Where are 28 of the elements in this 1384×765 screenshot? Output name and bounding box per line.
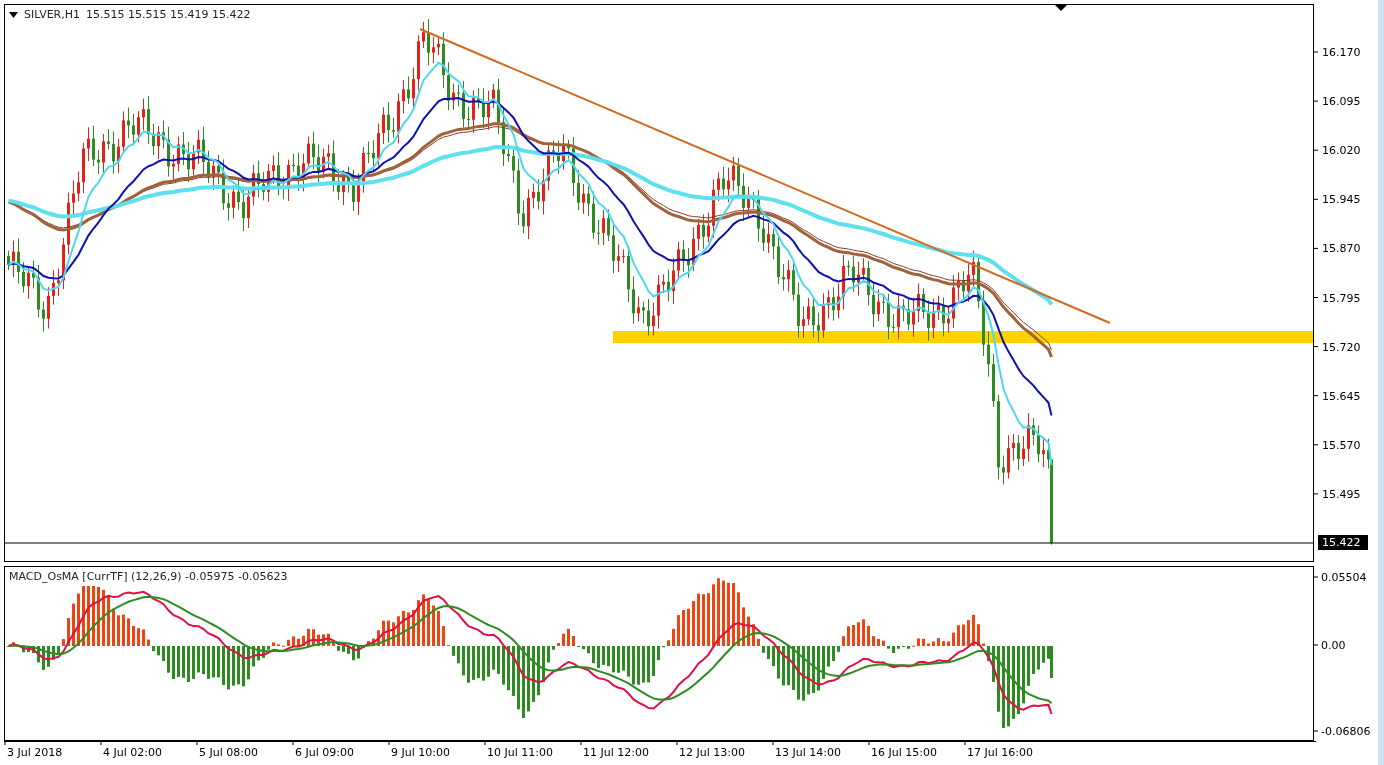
- price-tick-label: 15.570: [1322, 438, 1361, 452]
- time-tick-label: 17 Jul 16:00: [967, 746, 1033, 759]
- time-tick-label: 12 Jul 13:00: [679, 746, 745, 759]
- price-tick-label: 15.945: [1322, 193, 1361, 207]
- indicator-tick-label: 0.00: [1321, 639, 1346, 652]
- price-tick-label: 15.645: [1322, 389, 1361, 403]
- price-values: 15.515 15.515 15.419 15.422: [86, 7, 251, 23]
- time-tick-label: 13 Jul 14:00: [775, 746, 841, 759]
- time-tick-label: 11 Jul 12:00: [583, 746, 649, 759]
- time-tick-label: 10 Jul 11:00: [487, 746, 553, 759]
- price-tick-label: 16.095: [1322, 95, 1361, 109]
- price-tick-label: 15.870: [1322, 242, 1361, 256]
- time-tick-label: 3 Jul 2018: [7, 746, 63, 759]
- indicator-label: MACD_OsMA [CurrTF] (12,26,9) -0.05975 -0.05623: [9, 570, 288, 583]
- indicator-tick-label: 0.05504: [1321, 571, 1367, 584]
- symbol-label: SILVER,H1: [24, 7, 81, 23]
- time-tick-label: 16 Jul 15:00: [871, 746, 937, 759]
- time-tick-label: 4 Jul 02:00: [103, 746, 162, 759]
- price-tick-label: 16.170: [1322, 46, 1361, 59]
- price-tick-label: 15.795: [1322, 291, 1361, 305]
- time-tick-label: 9 Jul 10:00: [391, 746, 450, 759]
- price-tick-label: 16.020: [1322, 144, 1361, 158]
- time-tick-label: 6 Jul 09:00: [295, 746, 354, 759]
- time-tick-label: 5 Jul 08:00: [199, 746, 258, 759]
- price-tick-label: 15.495: [1322, 487, 1361, 501]
- price-tick-label: 15.720: [1322, 340, 1361, 354]
- indicator-tick-label: -0.06806: [1321, 725, 1371, 738]
- current-price-label: 15.422: [1318, 535, 1369, 550]
